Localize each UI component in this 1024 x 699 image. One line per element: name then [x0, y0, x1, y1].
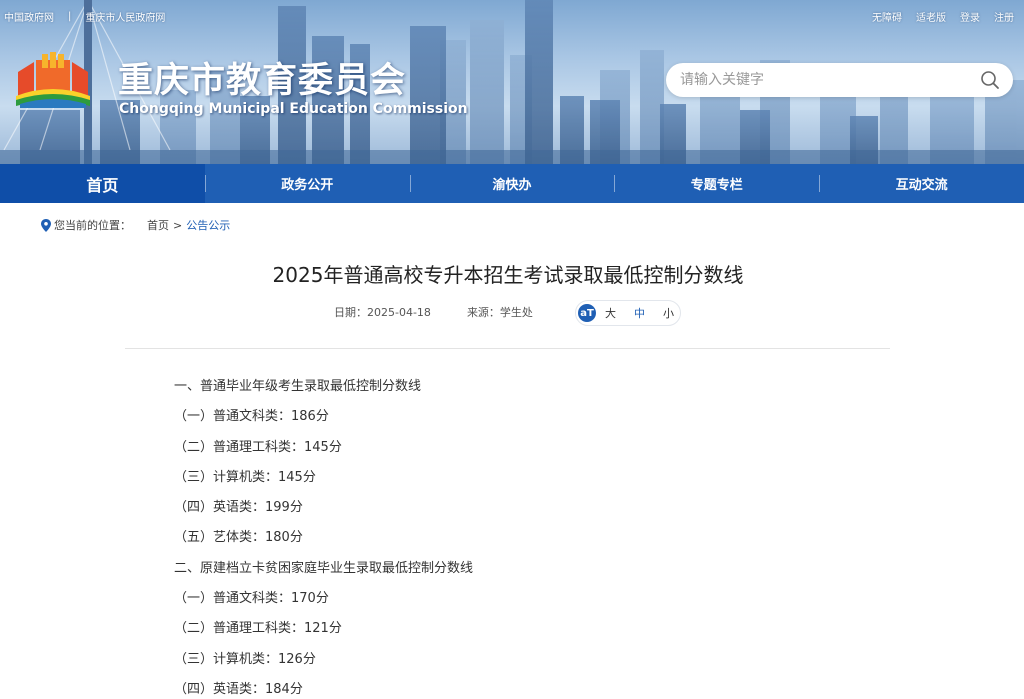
search-box: [666, 63, 1013, 97]
nav-item-yukuaiban[interactable]: 渝快办: [409, 164, 615, 203]
font-size-icon: aT: [578, 304, 596, 322]
link-china-gov[interactable]: 中国政府网: [4, 9, 54, 24]
nav-item-interaction[interactable]: 互动交流: [819, 164, 1024, 203]
score-line: （一）普通文科类：186分: [174, 409, 329, 425]
article-body: 一、普通毕业年级考生录取最低控制分数线 （一）普通文科类：186分 （二）普通理…: [174, 377, 874, 699]
article-date: 日期：2025-04-18: [334, 306, 431, 319]
score-line: （四）英语类：184分: [174, 681, 303, 697]
site-title: 重庆市教育委员会: [118, 61, 407, 101]
breadcrumb-announcements[interactable]: 公告公示: [186, 217, 230, 233]
link-accessibility[interactable]: 无障碍: [872, 9, 902, 24]
score-line: （三）计算机类：145分: [174, 469, 316, 485]
score-line: （二）普通理工科类：145分: [174, 439, 342, 455]
link-login[interactable]: 登录: [960, 9, 980, 24]
font-size-small-button[interactable]: 小: [663, 305, 674, 321]
article-meta: 日期：2025-04-18 来源：学生处: [334, 304, 533, 320]
site-subtitle: Chongqing Municipal Education Commission: [119, 101, 468, 117]
font-size-switcher: aT 大 中 小: [575, 300, 681, 326]
link-chongqing-gov[interactable]: 重庆市人民政府网: [85, 9, 165, 24]
score-line: （二）普通理工科类：121分: [174, 621, 342, 637]
location-pin-icon: [41, 218, 51, 232]
top-links-left: 中国政府网 | 重庆市人民政府网: [4, 9, 165, 24]
search-icon[interactable]: [980, 70, 1000, 90]
nav-item-government-affairs[interactable]: 政务公开: [204, 164, 410, 203]
font-size-large-button[interactable]: 大: [605, 305, 616, 321]
font-size-medium-button[interactable]: 中: [634, 305, 645, 321]
search-input[interactable]: [680, 70, 970, 90]
title-divider: [125, 348, 890, 349]
breadcrumb-separator: >: [173, 218, 183, 232]
article-title: 2025年普通高校专升本招生考试录取最低控制分数线: [272, 263, 744, 287]
link-register[interactable]: 注册: [994, 9, 1014, 24]
link-elderly-mode[interactable]: 适老版: [916, 9, 946, 24]
section-heading: 一、普通毕业年级考生录取最低控制分数线: [174, 379, 422, 394]
article-source: 来源：学生处: [466, 306, 533, 319]
main-nav: 首页 政务公开 渝快办 专题专栏 互动交流: [0, 164, 1024, 203]
nav-item-special-topics[interactable]: 专题专栏: [614, 164, 819, 203]
nav-item-home[interactable]: 首页: [0, 164, 205, 203]
score-line: （三）计算机类：126分: [174, 651, 316, 667]
breadcrumb-label: 您当前的位置：: [54, 219, 131, 232]
score-line: （五）艺体类：180分: [174, 530, 303, 546]
top-links-separator: |: [68, 11, 72, 22]
header-banner: 中国政府网 | 重庆市人民政府网 无障碍 适老版 登录 注册 重庆市教育委员会 …: [0, 0, 1024, 164]
top-links-right: 无障碍 适老版 登录 注册: [872, 9, 1014, 24]
score-line: （一）普通文科类：170分: [174, 591, 329, 607]
breadcrumb: 您当前的位置： 首页 > 公告公示: [41, 217, 230, 233]
education-commission-logo[interactable]: [16, 52, 90, 108]
section-heading: 二、原建档立卡贫困家庭毕业生录取最低控制分数线: [174, 560, 474, 576]
score-line: （四）英语类：199分: [174, 500, 303, 516]
breadcrumb-home[interactable]: 首页: [147, 217, 169, 233]
